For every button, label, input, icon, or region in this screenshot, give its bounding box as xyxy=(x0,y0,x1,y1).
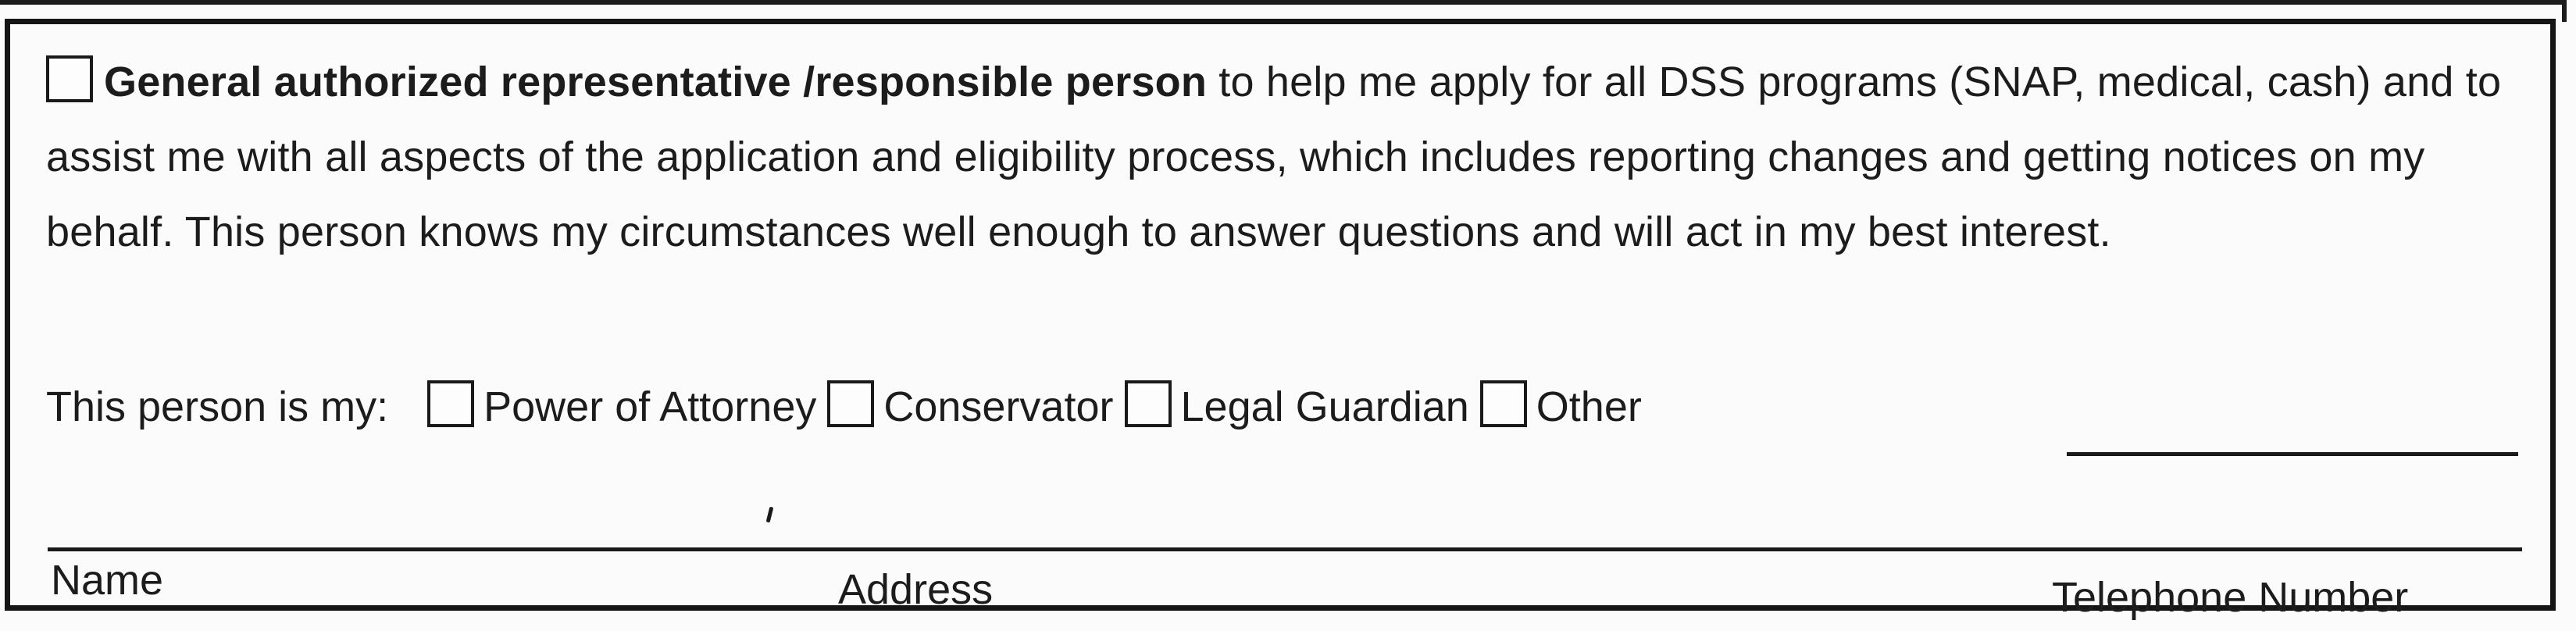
general-representative-checkbox[interactable] xyxy=(46,55,93,102)
relationship-row: This person is my: Power of Attorney Conse… xyxy=(46,376,1653,438)
top-border-corner xyxy=(2562,0,2567,22)
top-border-rule xyxy=(0,0,2562,5)
legal-guardian-label: Legal Guardian xyxy=(1180,383,1469,430)
address-label: Address xyxy=(838,566,994,613)
option-conservator[interactable]: Conservator xyxy=(827,376,1114,438)
other-checkbox[interactable] xyxy=(1479,380,1527,427)
telephone-number-label: Telephone Number xyxy=(2052,574,2409,621)
option-other[interactable]: Other xyxy=(1479,376,1642,438)
option-legal-guardian[interactable]: Legal Guardian xyxy=(1124,376,1469,438)
other-label: Other xyxy=(1536,383,1642,430)
stray-pen-mark xyxy=(765,506,774,523)
power-of-attorney-checkbox[interactable] xyxy=(427,380,475,427)
other-specify-field[interactable] xyxy=(2067,452,2518,456)
option-power-of-attorney[interactable]: Power of Attorney xyxy=(427,376,816,438)
legal-guardian-checkbox[interactable] xyxy=(1124,380,1172,427)
power-of-attorney-label: Power of Attorney xyxy=(483,383,817,430)
conservator-checkbox[interactable] xyxy=(827,380,875,427)
authorization-paragraph: General authorized representative /respo… xyxy=(46,45,2546,269)
conservator-label: Conservator xyxy=(883,383,1114,430)
name-address-phone-field-line[interactable] xyxy=(48,547,2522,551)
relationship-prompt: This person is my: xyxy=(46,383,389,430)
authorized-representative-section: General authorized representative /respo… xyxy=(5,19,2556,621)
authorization-title: General authorized representative /respo… xyxy=(104,59,1208,105)
name-label: Name xyxy=(51,557,164,604)
